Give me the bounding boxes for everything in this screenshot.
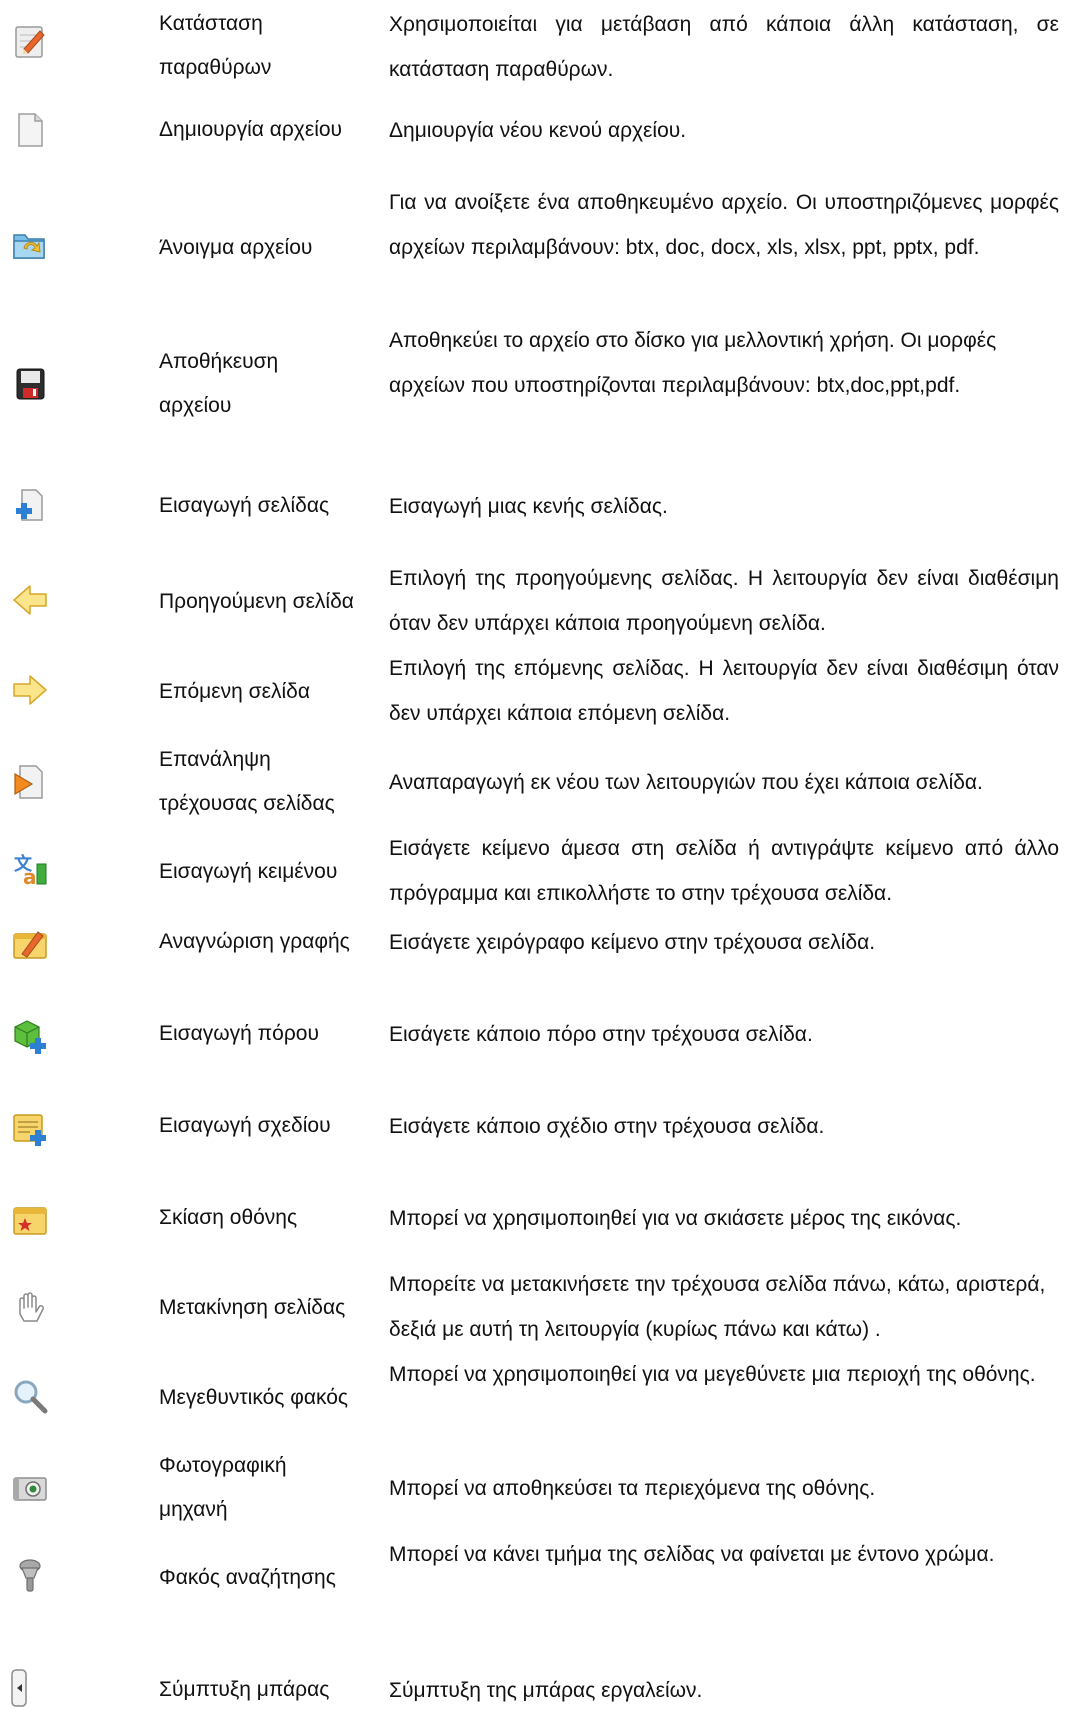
camera-icon [10,1468,50,1508]
row-description: Εισαγωγή μιας κενής σελίδας. [389,495,668,518]
row-description: Σύμπτυξη της μπάρας εργαλείων. [389,1679,703,1702]
arrow-right-icon [10,670,50,710]
row-description: Χρησιμοποιείται για μετάβαση από κάποια … [389,13,1059,81]
magnifier-icon [10,1376,50,1416]
row-name: Εισαγωγή πόρου [159,1022,319,1045]
row-description: Μπορεί να κάνει τμήμα της σελίδας να φαί… [389,1543,995,1566]
row-description: Επιλογή της προηγούμενης σελίδας. Η λειτ… [389,567,1059,635]
row-name: Προηγούμενη σελίδα [159,590,354,613]
row-description: Μπορεί να χρησιμοποιηθεί για να μεγεθύνε… [389,1363,1036,1386]
row-name: Επανάληψη τρέχουσας σελίδας [159,748,335,815]
row-name: Εισαγωγή σχεδίου [159,1114,331,1137]
row-name: Αποθήκευση αρχείου [159,350,279,417]
insert-design-icon [10,1108,50,1148]
hand-pan-icon [10,1288,50,1328]
insert-text-icon: 文a [10,850,50,890]
row-name: Φακός αναζήτησης [159,1566,336,1589]
new-file-icon [10,110,50,150]
collapse-bar-icon [6,1668,46,1708]
row-description: Μπορεί να αποθηκεύσει τα περιεχόμενα της… [389,1477,876,1500]
row-description: Μπορείτε να μετακινήσετε την τρέχουσα σε… [389,1273,1046,1341]
replay-page-icon [10,762,50,802]
row-description: Μπορεί να χρησιμοποιηθεί για να σκιάσετε… [389,1207,962,1230]
row-description: Εισάγετε χειρόγραφο κείμενο στην τρέχουσ… [389,931,876,954]
row-name: Εισαγωγή κειμένου [159,860,338,883]
row-name: Φωτογραφική μηχανή [159,1454,287,1521]
row-name: Εισαγωγή σελίδας [159,494,330,517]
row-description: Εισάγετε κάποιο πόρο στην τρέχουσα σελίδ… [389,1023,813,1046]
row-description: Για να ανοίξετε ένα αποθηκευμένο αρχείο.… [389,191,1059,259]
open-folder-icon [10,226,50,266]
save-disk-icon [10,364,50,404]
arrow-left-icon [10,580,50,620]
window-mode-icon [10,22,50,62]
row-description: Αποθηκεύει το αρχείο στο δίσκο για μελλο… [389,329,997,397]
row-name: Σύμπτυξη μπάρας [159,1678,330,1701]
row-name: Μεγεθυντικός φακός [159,1386,349,1409]
row-description: Δημιουργία νέου κενού αρχείου. [389,119,687,142]
screen-shade-icon [10,1200,50,1240]
row-name: Δημιουργία αρχείου [159,118,343,141]
handwriting-icon [10,924,50,964]
row-description: Εισάγετε κάποιο σχέδιο στην τρέχουσα σελ… [389,1115,825,1138]
row-name: Αναγνώριση γραφής [159,930,350,953]
row-name: Σκίαση οθόνης [159,1206,298,1229]
spotlight-icon [10,1556,50,1596]
insert-resource-icon [10,1016,50,1056]
row-description: Αναπαραγωγή εκ νέου των λειτουργιών που … [389,771,983,794]
row-name: Κατάσταση παραθύρων [159,12,272,79]
row-name: Άνοιγμα αρχείου [159,236,313,259]
row-name: Επόμενη σελίδα [159,680,310,703]
row-description: Επιλογή της επόμενης σελίδας. Η λειτουργ… [389,657,1059,725]
row-description: Εισάγετε κείμενο άμεσα στη σελίδα ή αντι… [389,837,1059,905]
row-name: Μετακίνηση σελίδας [159,1296,346,1319]
insert-page-icon [10,486,50,526]
svg-text:a: a [23,865,37,889]
